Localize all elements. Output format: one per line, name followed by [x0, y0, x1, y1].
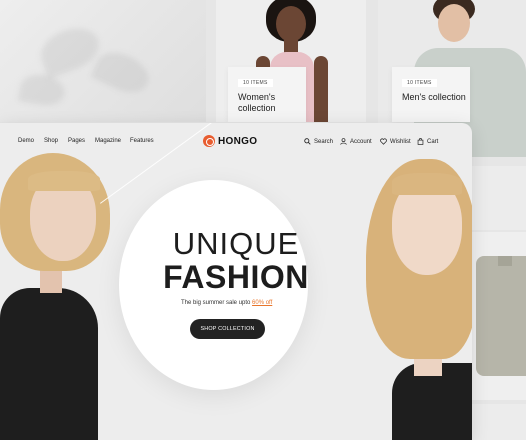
product-tile-shirt[interactable]	[470, 232, 526, 400]
heart-icon	[380, 138, 387, 145]
item-count-badge: 10 ITEMS	[238, 79, 273, 87]
model-face	[438, 4, 470, 42]
background-watermark	[118, 378, 133, 437]
account-label: Account	[350, 138, 372, 145]
nav-pages[interactable]: Pages	[68, 138, 85, 144]
hero-heading-line2: FASHION	[163, 259, 309, 295]
brand-logo[interactable]: HONGO	[203, 135, 257, 147]
shirt-image	[476, 256, 526, 376]
women-collection-card[interactable]: 10 ITEMS Women's collection	[228, 67, 306, 122]
hero-subtitle-text: The big summer sale upto	[181, 300, 251, 306]
logo-mark-icon	[203, 135, 215, 147]
wishlist-label: Wishlist	[390, 138, 411, 145]
hero-discount[interactable]: 60% off	[252, 300, 272, 306]
plant-shadow	[90, 45, 155, 100]
cart-link[interactable]: Cart	[417, 138, 438, 145]
model-arm	[314, 56, 328, 122]
model-left-outfit	[0, 288, 98, 440]
hero-heading-line1: UNIQUE	[172, 226, 300, 261]
bag-icon	[417, 138, 424, 145]
nav-demo[interactable]: Demo	[18, 138, 34, 144]
user-icon	[340, 138, 347, 145]
model-face	[276, 6, 306, 42]
search-label: Search	[314, 138, 334, 145]
shop-collection-button[interactable]: SHOP COLLECTION	[190, 319, 265, 339]
nav-shop[interactable]: Shop	[44, 138, 58, 144]
product-tile	[470, 404, 526, 440]
men-collection-card[interactable]: 10 ITEMS Men's collection	[392, 67, 470, 122]
search-link[interactable]: Search	[304, 138, 333, 145]
model-right-bangs	[392, 173, 462, 195]
collection-title: Men's collection	[402, 92, 466, 102]
cart-label: Cart	[427, 138, 439, 145]
hero-preview-card: Demo Shop Pages Magazine Features HONGO …	[0, 123, 472, 440]
nav-features[interactable]: Features	[130, 138, 154, 144]
account-link[interactable]: Account	[340, 138, 372, 145]
plant-shadow	[17, 71, 68, 109]
model-left-bangs	[28, 171, 100, 191]
search-icon	[304, 138, 311, 145]
brand-name: HONGO	[218, 135, 258, 147]
item-count-badge: 10 ITEMS	[402, 79, 437, 87]
women-collection-tile[interactable]: 10 ITEMS Women's collection	[216, 0, 366, 122]
shirt-collar	[498, 256, 512, 266]
collection-title: Women's collection	[238, 92, 276, 113]
hero-subtitle: The big summer sale upto 60% off	[181, 300, 272, 306]
wishlist-link[interactable]: Wishlist	[380, 138, 411, 145]
product-tile	[470, 166, 526, 230]
promo-tile-left	[0, 0, 206, 122]
nav-magazine[interactable]: Magazine	[95, 138, 121, 144]
